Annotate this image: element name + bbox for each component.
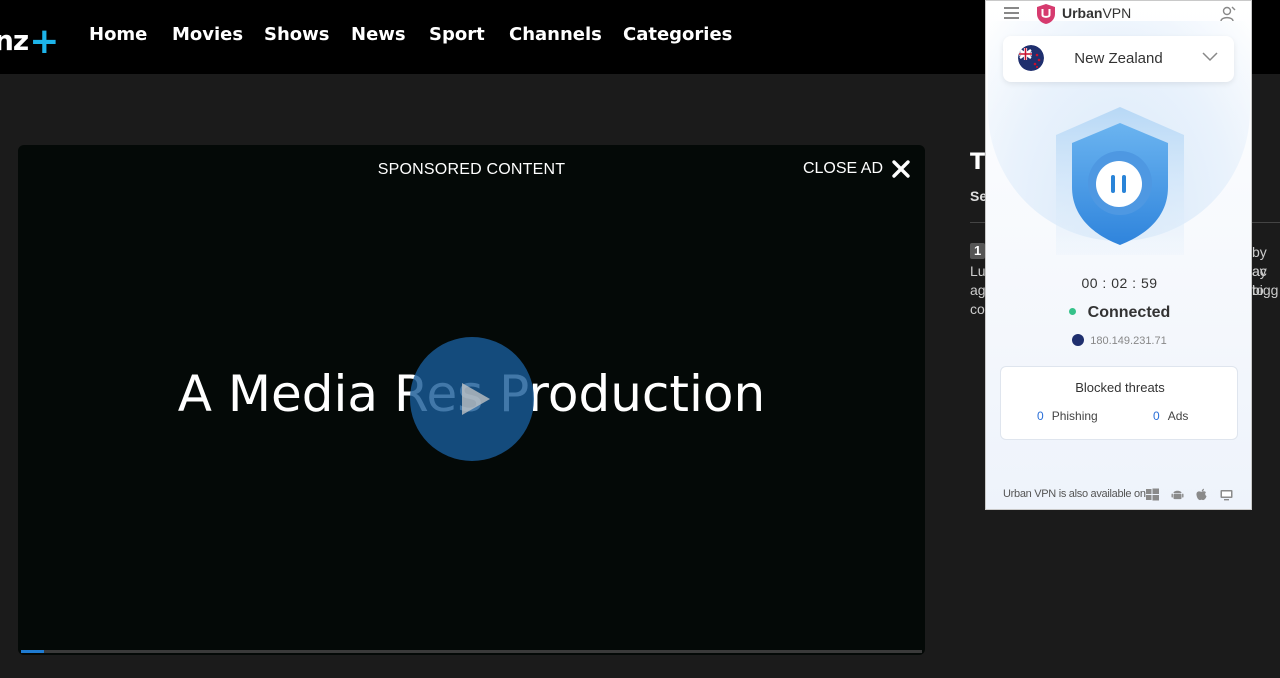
ad-progress-bar[interactable] [21,650,922,653]
logo-text: nz [0,24,29,57]
blocked-threats-card: Blocked threats 0 Phishing 0 Ads [1000,366,1238,440]
nav-movies[interactable]: Movies [172,24,243,45]
pause-icon-bar [1111,175,1115,193]
urban-vpn-logo-icon [1037,4,1055,24]
nav-shows[interactable]: Shows [264,24,330,45]
description-fragment-right: bigg [1252,282,1279,298]
nav-channels[interactable]: Channels [509,24,602,45]
phishing-stat: 0 Phishing [1037,409,1098,423]
connection-status: Connected [986,304,1251,322]
pause-icon-bar [1122,175,1126,193]
close-ad-label: CLOSE AD [802,160,883,177]
windows-icon[interactable] [1146,488,1159,501]
ip-address: 180.149.231.71 [986,332,1251,347]
chevron-down-icon [1202,52,1218,62]
play-icon [462,383,490,415]
vpn-popup: UrbanVPN New Zealand 00: 02: 59 Connec… [985,0,1252,510]
desktop-icon[interactable] [1220,488,1233,501]
video-player[interactable]: SPONSORED CONTENT CLOSE AD A Media Res P… [18,145,925,655]
tvnz-logo[interactable]: nz+ [0,18,59,62]
close-ad-button[interactable]: CLOSE AD [803,159,911,179]
rating-badge-fragment: 1 [970,243,986,259]
country-selector[interactable]: New Zealand [1003,36,1234,82]
ads-label: Ads [1167,409,1189,423]
description-fragment-left: Lu [970,263,986,279]
connection-timer: 00 : 02 : 59 [1081,275,1158,291]
blocked-threats-title: Blocked threats [1075,380,1165,395]
apple-icon[interactable] [1195,488,1208,501]
status-dot-icon [1068,308,1076,315]
ad-progress-fill [21,650,44,653]
phishing-label: Phishing [1051,409,1098,423]
user-icon[interactable] [1219,5,1237,23]
pause-button[interactable] [1096,161,1142,207]
ads-stat: 0 Ads [1153,409,1188,423]
phishing-count: 0 [1037,409,1044,423]
sponsored-label: SPONSORED CONTENT [377,161,566,178]
vpn-header: UrbanVPN [986,1,1251,27]
ads-count: 0 [1153,409,1160,423]
close-icon [892,160,910,178]
menu-icon[interactable] [1004,7,1019,19]
nav-sport[interactable]: Sport [429,24,485,45]
description-fragment-left: ag [970,282,986,298]
play-button[interactable] [410,337,534,461]
nav-news[interactable]: News [351,24,406,45]
ip-value: 180.149.231.71 [1090,335,1167,347]
brand-name: UrbanVPN [1062,5,1132,21]
new-zealand-flag-icon [1072,334,1085,346]
status-label: Connected [1087,304,1171,321]
android-icon[interactable] [1171,488,1184,501]
show-title-fragment: T [970,150,986,175]
country-name: New Zealand [1074,50,1163,67]
description-fragment-left: co [970,301,985,317]
nav-home[interactable]: Home [89,24,147,45]
logo-plus: + [29,21,59,62]
available-on-text: Urban VPN is also available on [1003,488,1146,500]
nav-categories[interactable]: Categories [623,24,732,45]
